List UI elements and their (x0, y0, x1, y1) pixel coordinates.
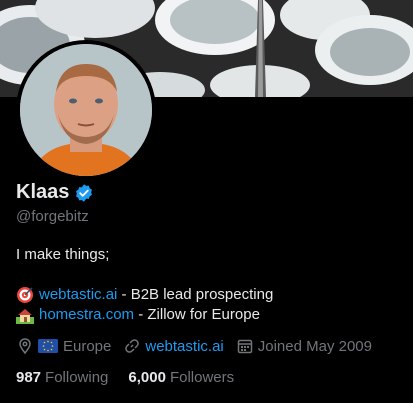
bio-line-intro: I make things; (16, 246, 110, 263)
following-label: Following (45, 369, 109, 386)
link-icon (123, 337, 141, 355)
avatar-image (20, 44, 152, 176)
target-emoji-icon (16, 286, 34, 304)
website-item: webtastic.ai (123, 337, 224, 355)
location-text: Europe (63, 337, 112, 355)
eu-flag-icon (38, 339, 58, 353)
followers-label: Followers (169, 369, 235, 386)
display-name: Klaas (16, 181, 70, 203)
following-link[interactable]: 987 Following (16, 369, 108, 386)
website-link[interactable]: webtastic.ai (145, 338, 223, 355)
avatar-border (16, 40, 156, 180)
profile-meta: Europe webtastic.ai Joined May 2009 (16, 337, 384, 355)
bio-line-homestra: homestra.com - Zillow for Europe (16, 305, 273, 325)
followers-count: 6,000 (128, 369, 166, 386)
avatar[interactable] (20, 44, 152, 176)
profile-bio: I make things; webtastic.ai - B2B lead p… (16, 245, 273, 325)
bio-text-webtastic: - B2B lead prospecting (117, 286, 274, 303)
location-pin-icon (16, 337, 34, 355)
bio-link-webtastic[interactable]: webtastic.ai (39, 285, 117, 305)
follow-stats: 987 Following 6,000 Followers (16, 369, 254, 386)
house-emoji-icon (16, 306, 34, 324)
bio-line-webtastic: webtastic.ai - B2B lead prospecting (16, 285, 273, 305)
bio-link-homestra[interactable]: homestra.com (39, 305, 134, 325)
user-handle: @forgebitz (16, 208, 89, 225)
joined-item: Joined May 2009 (236, 337, 372, 355)
followers-link[interactable]: 6,000 Followers (128, 369, 234, 386)
bio-text-homestra: - Zillow for Europe (134, 306, 260, 323)
verified-icon[interactable] (74, 183, 94, 203)
location-item: Europe (16, 337, 111, 355)
following-count: 987 (16, 369, 42, 386)
calendar-icon (236, 337, 254, 355)
joined-text: Joined May 2009 (257, 337, 372, 355)
